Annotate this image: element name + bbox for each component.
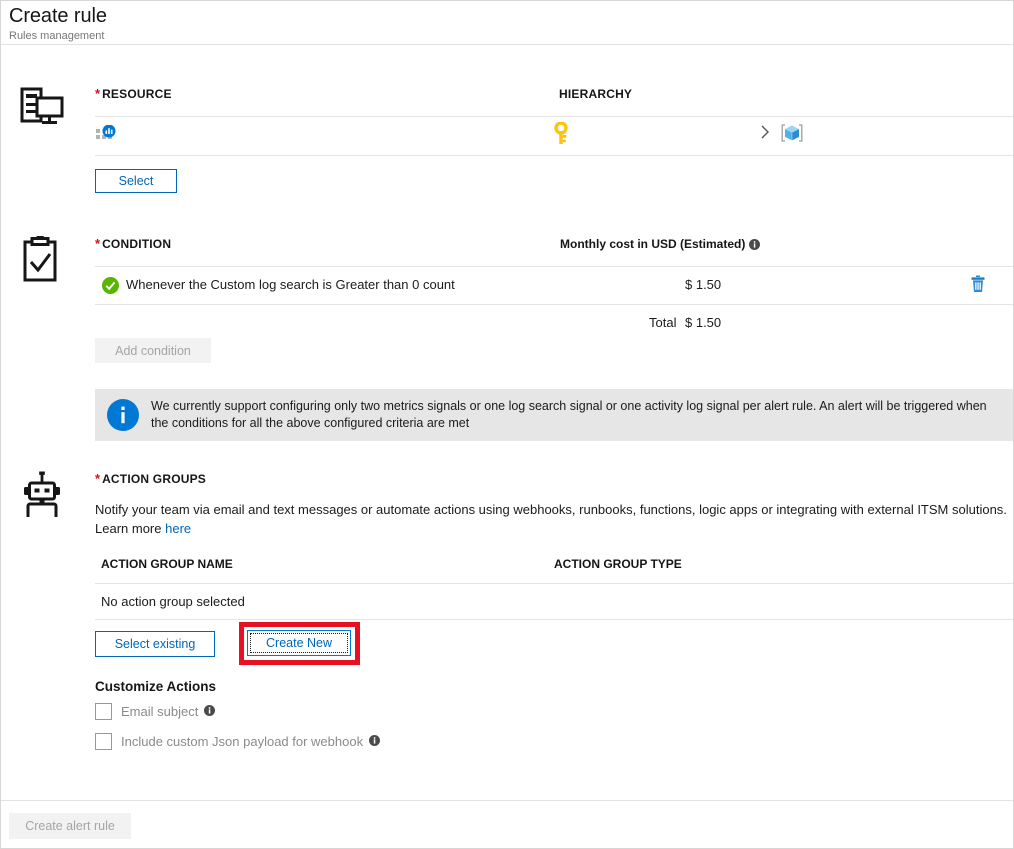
resource-group-cube-icon: [781, 122, 803, 147]
page-title: Create rule: [9, 5, 107, 27]
resource-section: * RESOURCE HIERARCHY Select: [1, 86, 1013, 236]
json-payload-checkbox[interactable]: [95, 733, 112, 750]
condition-section: * CONDITION Monthly cost in USD (Estimate…: [1, 234, 1013, 481]
required-marker-condition: *: [95, 236, 101, 251]
column-action-group-name: ACTION GROUP NAME: [101, 557, 233, 571]
resource-content: * RESOURCE HIERARCHY Select: [95, 86, 1013, 193]
learn-more-prefix: Learn more: [95, 521, 162, 536]
total-label: Total: [649, 315, 677, 330]
blade-footer: Create alert rule: [1, 800, 1013, 848]
condition-row-cost: $ 1.50: [685, 277, 722, 292]
add-condition-button[interactable]: Add condition: [95, 338, 211, 363]
condition-row-text: Whenever the Custom log search is Greate…: [126, 277, 455, 292]
condition-label: * CONDITION: [95, 236, 172, 251]
key-icon: [550, 121, 572, 149]
action-groups-empty-row: No action group selected: [95, 584, 1013, 619]
hierarchy-label: HIERARCHY: [559, 87, 633, 101]
required-marker-resource: *: [95, 86, 101, 101]
learn-more-link[interactable]: here: [165, 521, 191, 536]
breadcrumb: Rules management: [9, 30, 105, 42]
blade-body: * RESOURCE HIERARCHY Select * CONDITION …: [1, 46, 1013, 801]
server-monitor-icon: [19, 86, 65, 132]
info-icon[interactable]: [369, 734, 381, 749]
select-existing-button[interactable]: Select existing: [95, 631, 215, 657]
application-insights-icon: [96, 124, 118, 148]
clipboard-check-icon: [19, 234, 65, 282]
cost-column-header: Monthly cost in USD (Estimated): [560, 236, 761, 253]
action-groups-description-text: Notify your team via email and text mess…: [95, 502, 1007, 517]
green-check-icon: [102, 277, 119, 297]
customize-actions-title: Customize Actions: [95, 679, 217, 694]
action-groups-section: * ACTION GROUPS Notify your team via emai…: [1, 471, 1013, 801]
resource-divider-bottom: [95, 155, 1013, 156]
chevron-right-icon: [759, 124, 771, 143]
total-value: $ 1.50: [685, 315, 722, 330]
column-action-group-type: ACTION GROUP TYPE: [554, 557, 682, 571]
checkbox-row-email-subject[interactable]: Email subject: [95, 703, 1013, 720]
action-groups-description: Notify your team via email and text mess…: [95, 500, 1007, 538]
action-groups-label: * ACTION GROUPS: [95, 471, 207, 486]
required-marker-action-groups: *: [95, 471, 101, 486]
blade-header: Create rule Rules management: [1, 1, 1013, 45]
info-icon[interactable]: [749, 238, 761, 253]
select-resource-button[interactable]: Select: [95, 169, 177, 193]
create-alert-rule-button[interactable]: Create alert rule: [9, 813, 131, 839]
condition-content: * CONDITION Monthly cost in USD (Estimate…: [95, 236, 1013, 441]
action-groups-content: * ACTION GROUPS Notify your team via emai…: [95, 471, 1013, 750]
create-new-action-group-button[interactable]: Create New: [247, 630, 351, 656]
action-groups-divider-bottom: [95, 619, 1013, 620]
info-circle-icon: [95, 389, 151, 441]
table-row[interactable]: Whenever the Custom log search is Greate…: [95, 267, 1013, 304]
info-icon[interactable]: [204, 704, 216, 719]
json-payload-label: Include custom Json payload for webhook: [121, 734, 364, 749]
trash-icon[interactable]: [970, 275, 986, 296]
robot-icon: [19, 471, 65, 517]
checkbox-row-json-payload[interactable]: Include custom Json payload for webhook: [95, 733, 1013, 750]
info-banner: We currently support configuring only tw…: [95, 389, 1013, 441]
email-subject-label: Email subject: [121, 704, 199, 719]
no-action-group-text: No action group selected: [101, 594, 245, 609]
resource-label: * RESOURCE: [95, 86, 172, 101]
email-subject-checkbox[interactable]: [95, 703, 112, 720]
info-banner-text: We currently support configuring only tw…: [151, 399, 987, 430]
